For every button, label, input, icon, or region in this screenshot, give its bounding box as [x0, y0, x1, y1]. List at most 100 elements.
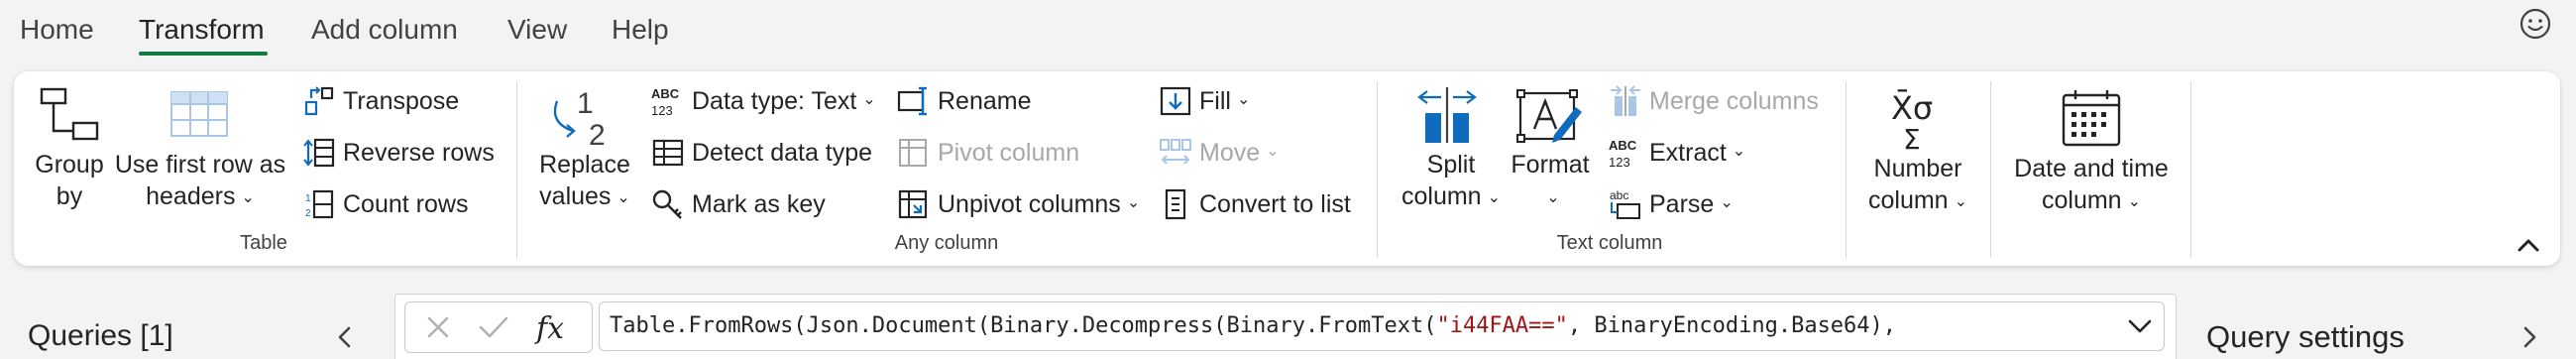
svg-text:1: 1 [305, 193, 311, 204]
unpivot-columns-dropdown[interactable]: Unpivot columns ⌄ [896, 184, 1140, 224]
chevron-down-icon: ⌄ [1732, 143, 1746, 160]
merge-columns-button[interactable]: Merge columns [1608, 81, 1819, 121]
rename-icon [897, 86, 927, 116]
fill-icon [1160, 86, 1191, 116]
pivot-column-button[interactable]: Pivot column [896, 133, 1079, 173]
expand-formula-chevron-down-icon[interactable] [2125, 313, 2155, 339]
formula-input[interactable]: Table.FromRows(Json.Document(Binary.Deco… [599, 301, 2165, 351]
format-button[interactable]: Format ⌄ [1511, 149, 1589, 216]
extract-icon-letters: ABC [1609, 138, 1637, 153]
transpose-label: Transpose [343, 86, 460, 115]
rename-button[interactable]: Rename [896, 81, 1032, 121]
commit-checkmark-icon[interactable] [477, 312, 510, 342]
key-icon [652, 189, 682, 219]
group-divider [1377, 81, 1378, 258]
collapse-ribbon-chevron-up-icon[interactable] [2514, 230, 2543, 260]
reverse-rows-label: Reverse rows [343, 138, 495, 167]
merge-columns-icon [1611, 85, 1640, 116]
table-group-label: Table [240, 232, 287, 254]
tab-home[interactable]: Home [20, 14, 94, 46]
parse-dropdown[interactable]: abc Parse ⌄ [1608, 184, 1734, 224]
reverse-rows-icon [303, 138, 335, 168]
count-rows-label: Count rows [343, 189, 469, 218]
parse-icon-letters: abc [1610, 188, 1628, 202]
number-column-icon: X̄σ Σ [1891, 88, 1933, 151]
feedback-smiley-icon[interactable] [2518, 6, 2553, 42]
chevron-down-icon: ⌄ [1546, 189, 1560, 206]
tab-add-column[interactable]: Add column [311, 14, 458, 46]
chevron-down-icon: ⌄ [616, 189, 630, 206]
replace-values-label-line1: Replace [539, 151, 630, 179]
formula-text-suffix: , BinaryEncoding.Base64), [1567, 313, 1897, 338]
group-divider [516, 81, 517, 258]
mark-as-key-button[interactable]: Mark as key [650, 184, 826, 224]
format-icon [1516, 89, 1582, 143]
tab-help[interactable]: Help [612, 14, 669, 46]
any-column-group-label: Any column [894, 232, 999, 254]
function-fx-icon[interactable]: fx [534, 308, 578, 346]
rename-label: Rename [938, 86, 1032, 115]
abc-123-icon-digits: 123 [651, 103, 673, 118]
active-tab-indicator [139, 52, 268, 56]
data-type-dropdown[interactable]: ABC 123 Data type: Text ⌄ [650, 81, 876, 121]
date-time-column-label-line1: Date and time [2014, 155, 2169, 182]
split-column-icon [1417, 87, 1477, 143]
replace-values-label-line2: values [539, 182, 612, 210]
reverse-rows-button[interactable]: Reverse rows [301, 133, 495, 173]
extract-dropdown[interactable]: ABC 123 Extract ⌄ [1608, 133, 1745, 173]
format-label: Format [1511, 151, 1590, 179]
data-type-label: Data type: Text [692, 86, 857, 115]
transpose-icon [304, 86, 334, 116]
convert-to-list-label: Convert to list [1199, 189, 1351, 218]
detect-data-type-button[interactable]: Detect data type [650, 133, 872, 173]
detect-data-type-icon [652, 139, 684, 167]
split-column-label-line2: column [1401, 182, 1482, 210]
queries-pane-title: Queries [1] [28, 319, 173, 352]
group-divider [1990, 81, 1991, 258]
chevron-down-icon: ⌄ [1720, 194, 1734, 211]
tab-view[interactable]: View [507, 14, 567, 46]
function-fx-symbol: fx [534, 311, 564, 346]
chevron-down-icon: ⌄ [1126, 194, 1141, 211]
date-time-column-button[interactable]: Date and time column ⌄ [2014, 153, 2169, 220]
group-by-button[interactable]: Group by [35, 149, 103, 212]
move-icon [1160, 139, 1191, 165]
extract-label: Extract [1649, 138, 1727, 167]
group-by-label-line2: by [56, 182, 83, 210]
chevron-down-icon: ⌄ [1487, 189, 1501, 206]
convert-to-list-button[interactable]: Convert to list [1158, 184, 1351, 224]
use-first-row-label-line1: Use first row as [114, 151, 286, 179]
count-rows-button[interactable]: 1 2 Count rows [301, 184, 468, 224]
use-first-row-headers-button[interactable]: Use first row as headers ⌄ [115, 149, 285, 216]
transpose-button[interactable]: Transpose [301, 81, 459, 121]
chevron-down-icon: ⌄ [862, 91, 876, 108]
replace-values-button[interactable]: Replace values ⌄ [539, 149, 630, 216]
extract-icon: ABC 123 [1609, 138, 1637, 170]
replace-values-icon-digit-1: 1 [577, 87, 594, 120]
calendar-icon [2062, 90, 2121, 147]
collapse-query-settings-chevron-right-icon[interactable] [2518, 319, 2541, 355]
parse-icon: abc [1610, 188, 1640, 219]
chevron-down-icon: ⌄ [1266, 143, 1280, 160]
unpivot-icon [898, 189, 928, 219]
cancel-x-icon[interactable] [423, 312, 453, 342]
fill-dropdown[interactable]: Fill ⌄ [1158, 81, 1250, 121]
group-divider [1846, 81, 1847, 258]
split-column-button[interactable]: Split column ⌄ [1401, 149, 1501, 216]
replace-values-icon: 1 2 [553, 87, 606, 147]
date-time-column-label-line2: column [2041, 186, 2122, 214]
parse-label: Parse [1649, 189, 1715, 218]
chevron-down-icon: ⌄ [241, 189, 255, 206]
move-dropdown[interactable]: Move ⌄ [1158, 133, 1280, 173]
replace-values-icon-digit-2: 2 [589, 119, 606, 147]
move-label: Move [1199, 138, 1261, 167]
group-divider [2190, 81, 2191, 258]
detect-data-type-label: Detect data type [692, 138, 873, 167]
tab-transform[interactable]: Transform [139, 14, 265, 46]
sum-symbol: Σ [1903, 123, 1921, 151]
number-column-button[interactable]: Number column ⌄ [1868, 153, 1967, 220]
abc-123-icon: ABC 123 [651, 86, 680, 118]
merge-columns-label: Merge columns [1649, 86, 1819, 115]
collapse-queries-chevron-left-icon[interactable] [333, 319, 357, 355]
number-column-label-line1: Number [1873, 155, 1962, 182]
